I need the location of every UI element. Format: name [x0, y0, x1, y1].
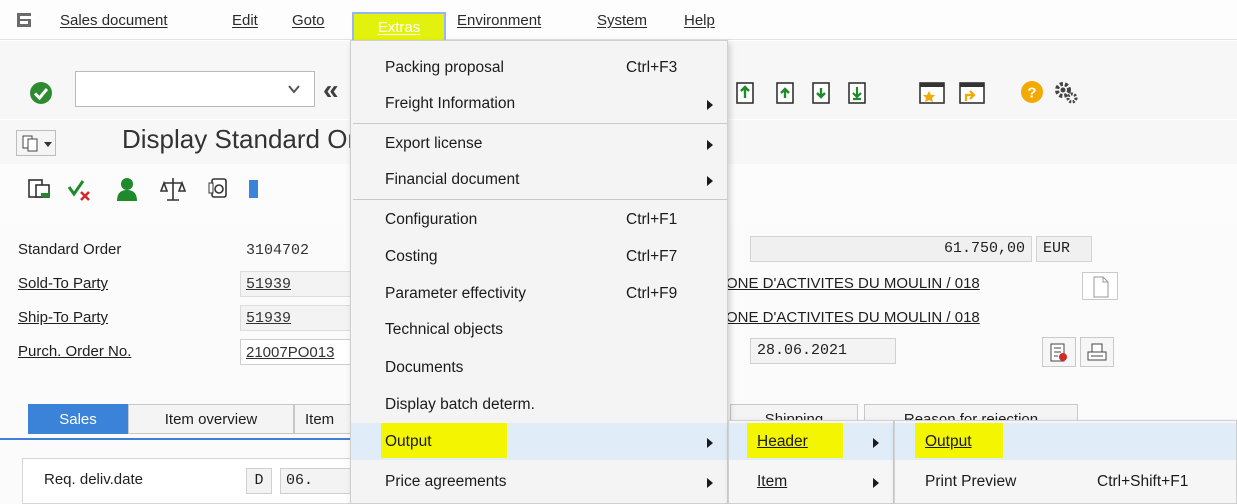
menu-sales-document[interactable]: Sales document: [60, 10, 168, 32]
document-button[interactable]: [1082, 272, 1118, 300]
tab-sales[interactable]: Sales: [28, 404, 128, 434]
first-page-icon[interactable]: [734, 79, 758, 105]
submenu-arrow-icon: [707, 140, 713, 150]
check-incomplete-icon[interactable]: [66, 175, 92, 203]
report-icon: [1050, 343, 1067, 362]
balance-scale-icon[interactable]: [160, 175, 186, 203]
menu-item-output[interactable]: Output: [351, 423, 727, 460]
submenu-arrow-icon: [873, 438, 879, 448]
req-delivery-type[interactable]: D: [246, 468, 272, 494]
po-print-button[interactable]: [1080, 337, 1114, 367]
submenu-arrow-icon: [873, 478, 879, 488]
status-overview-icon[interactable]: [248, 175, 258, 203]
ship-to-party-value[interactable]: 51939: [240, 305, 352, 331]
menu-item-technical-objects[interactable]: Technical objects: [351, 311, 727, 348]
back-icon[interactable]: «: [323, 74, 339, 106]
document-flow-icon[interactable]: [206, 175, 232, 203]
sold-to-address[interactable]: ONE D'ACTIVITES DU MOULIN / 018: [726, 272, 980, 296]
menu-separator: [353, 123, 727, 124]
submenu-arrow-icon: [707, 478, 713, 488]
menu-separator: [353, 199, 727, 200]
menu-icon[interactable]: [16, 11, 38, 29]
menu-item-price-agreements[interactable]: Price agreements: [351, 463, 727, 500]
menu-goto[interactable]: Goto: [292, 10, 325, 32]
dropdown-icon: [44, 142, 52, 147]
po-details-button[interactable]: [1042, 337, 1076, 367]
menu-item-header-output[interactable]: Output: [895, 423, 1236, 460]
menu-item-display-batch-determ[interactable]: Display batch determ.: [351, 386, 727, 423]
submenu-arrow-icon: [707, 438, 713, 448]
command-field[interactable]: [75, 71, 315, 107]
tab-item-detail[interactable]: Item: [294, 404, 354, 434]
menu-item-documents[interactable]: Documents: [351, 349, 727, 386]
next-page-icon[interactable]: [810, 79, 834, 105]
menu-item-freight-information[interactable]: Freight Information: [351, 85, 727, 122]
help-icon[interactable]: ?: [1020, 79, 1044, 105]
purch-order-value[interactable]: 21007PO013: [240, 339, 352, 365]
standard-order-value: 3104702: [246, 242, 310, 259]
enter-check-icon[interactable]: [29, 81, 53, 105]
sold-to-party-value[interactable]: 51939: [240, 271, 352, 297]
output-submenu: Header Item: [728, 420, 894, 504]
last-page-icon[interactable]: [846, 79, 870, 105]
menu-item-packing-proposal[interactable]: Packing proposal Ctrl+F3: [351, 49, 727, 86]
menu-help[interactable]: Help: [684, 10, 715, 32]
settings-gear-icon[interactable]: [1052, 79, 1080, 105]
extras-menu: Packing proposal Ctrl+F3 Freight Informa…: [350, 40, 728, 504]
print-icon: [1087, 343, 1107, 361]
shortcut-icon[interactable]: [958, 79, 986, 105]
create-session-icon[interactable]: [918, 79, 946, 105]
business-partner-icon[interactable]: [114, 175, 140, 203]
menu-item-configuration[interactable]: Configuration Ctrl+F1: [351, 201, 727, 238]
net-value: 61.750,00: [750, 236, 1032, 262]
menu-edit[interactable]: Edit: [232, 10, 258, 32]
header-output-submenu: Output Print Preview Ctrl+Shift+F1: [894, 420, 1237, 504]
tab-item-overview[interactable]: Item overview: [128, 404, 294, 434]
menu-item-export-license[interactable]: Export license: [351, 125, 727, 162]
menu-item-print-preview[interactable]: Print Preview Ctrl+Shift+F1: [895, 463, 1236, 500]
ship-to-address[interactable]: ONE D'ACTIVITES DU MOULIN / 018: [726, 306, 980, 330]
documents-icon: [22, 135, 38, 152]
purch-order-label[interactable]: Purch. Order No.: [18, 340, 131, 364]
menu-item-costing[interactable]: Costing Ctrl+F7: [351, 238, 727, 275]
standard-order-label: Standard Order: [18, 241, 122, 258]
menu-item-header[interactable]: Header: [729, 423, 893, 460]
document-icon: [1093, 276, 1109, 298]
submenu-arrow-icon: [707, 176, 713, 186]
submenu-arrow-icon: [707, 100, 713, 110]
menu-item-parameter-effectivity[interactable]: Parameter effectivity Ctrl+F9: [351, 275, 727, 312]
currency: EUR: [1036, 236, 1092, 262]
chevron-down-icon[interactable]: [286, 82, 302, 96]
menu-item-item[interactable]: Item: [729, 463, 893, 500]
sold-to-party-label[interactable]: Sold-To Party: [18, 272, 108, 296]
svg-text:?: ?: [1027, 85, 1036, 102]
menu-extras[interactable]: Extras: [352, 12, 446, 40]
req-delivery-date[interactable]: 06.: [280, 468, 360, 494]
menu-item-financial-document[interactable]: Financial document: [351, 161, 727, 198]
menu-environment[interactable]: Environment: [457, 10, 541, 32]
menu-bar: Sales document Edit Goto Environment Sys…: [0, 0, 1237, 40]
req-delivery-label: Req. deliv.date: [44, 471, 143, 488]
ship-to-party-label[interactable]: Ship-To Party: [18, 306, 108, 330]
create-document-icon[interactable]: [26, 175, 52, 203]
po-date: 28.06.2021: [750, 338, 896, 364]
previous-page-icon[interactable]: [774, 79, 798, 105]
menu-system[interactable]: System: [597, 10, 647, 32]
title-menu-button[interactable]: [16, 130, 56, 156]
